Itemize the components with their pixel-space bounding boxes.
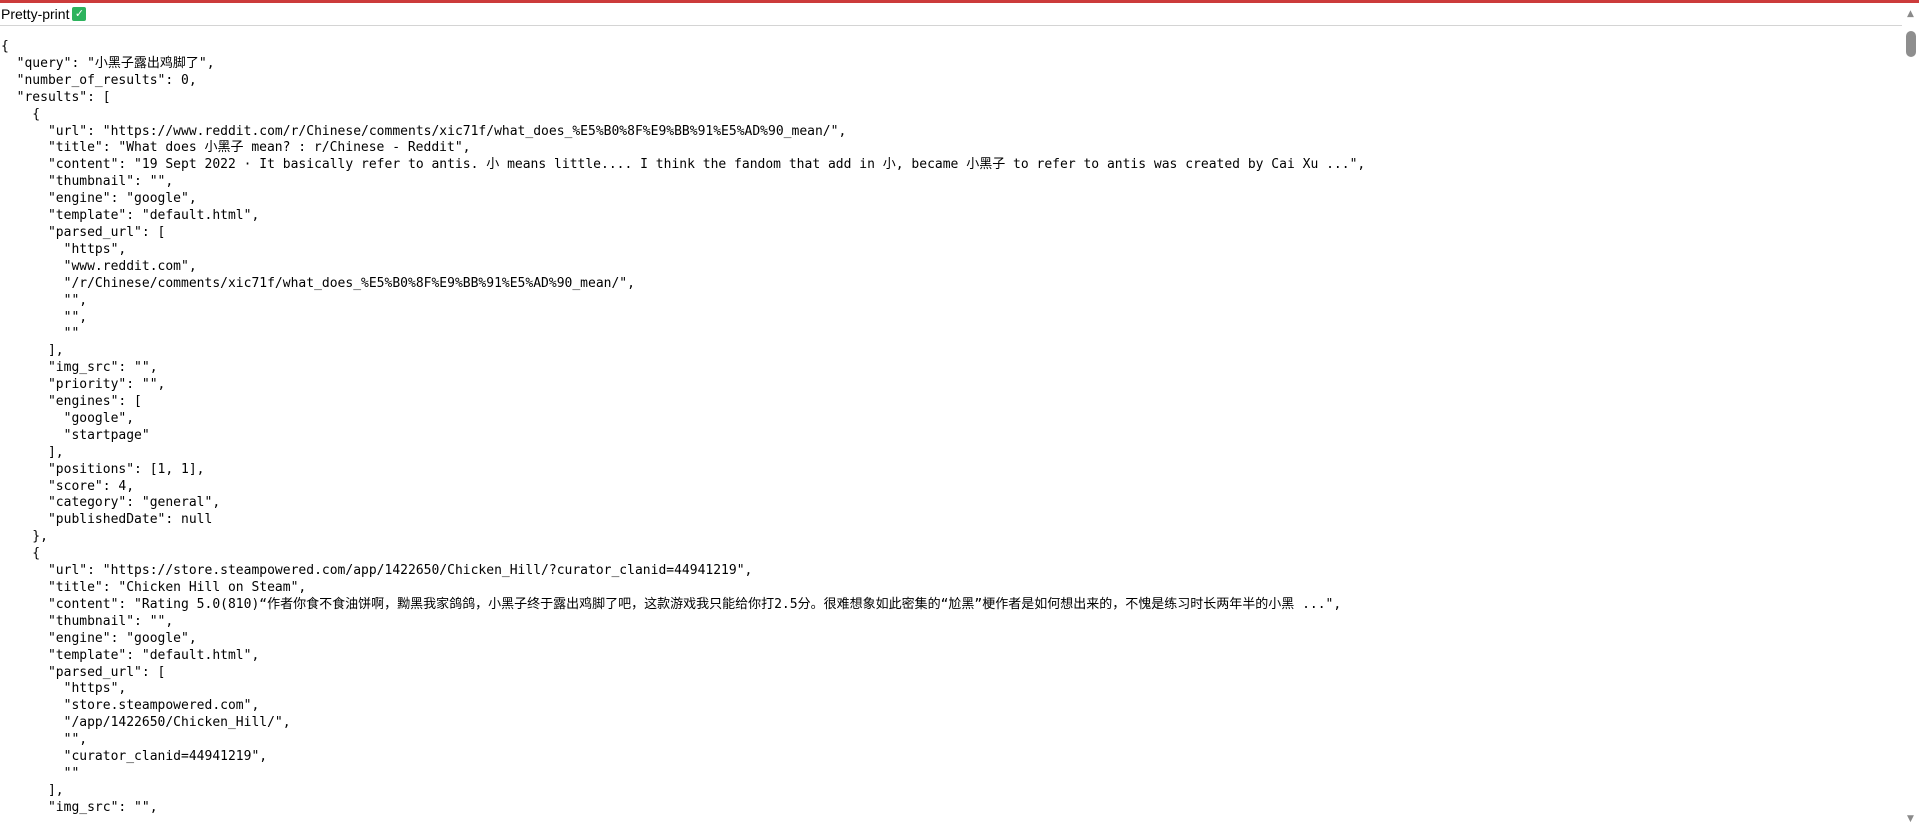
json-line: "curator_clanid=44941219", <box>1 749 268 765</box>
json-line: "thumbnail": "", <box>1 613 174 629</box>
json-line: "results": [ <box>1 89 111 105</box>
json-line: "startpage" <box>1 427 150 443</box>
json-line: "" <box>1 326 80 342</box>
json-line: "https", <box>1 681 127 697</box>
json-line: "img_src": "", <box>1 360 158 376</box>
json-line: "parsed_url": [ <box>1 664 166 680</box>
json-line: "category": "general", <box>1 495 221 511</box>
json-line: "content": "Rating 5.0(810)“作者你食不食油饼啊，黝黑… <box>1 596 1342 612</box>
json-line: "query": "小黑子露出鸡脚了", <box>1 55 215 71</box>
json-line: { <box>1 39 9 54</box>
json-line: "content": "19 Sept 2022 · It basically … <box>1 157 1366 173</box>
json-line: "positions": [1, 1], <box>1 461 205 477</box>
json-line: "", <box>1 292 88 308</box>
json-viewer-toolbar: Pretty-print ✓ <box>0 3 1919 26</box>
pretty-print-label: Pretty-print <box>1 6 70 22</box>
json-text: { "query": "小黑子露出鸡脚了", "number_of_result… <box>0 27 1900 817</box>
json-line: "google", <box>1 410 135 426</box>
checkbox-checked-icon[interactable]: ✓ <box>72 7 87 21</box>
json-line: "/app/1422650/Chicken_Hill/", <box>1 715 291 731</box>
pretty-print-toggle[interactable]: Pretty-print ✓ <box>1 6 87 22</box>
json-line: { <box>1 546 41 562</box>
json-line: "title": "Chicken Hill on Steam", <box>1 580 307 595</box>
json-line: "store.steampowered.com", <box>1 698 260 714</box>
json-line: { <box>1 106 41 122</box>
json-line: "publishedDate": null <box>1 512 213 528</box>
vertical-scrollbar[interactable]: ▲ ▼ <box>1902 3 1919 826</box>
json-line: ], <box>1 343 64 359</box>
json-line: "img_src": "", <box>1 799 158 815</box>
json-line: "engines": [ <box>1 394 142 410</box>
json-line: "https", <box>1 241 127 257</box>
json-line: "score": 4, <box>1 478 135 494</box>
json-line: ], <box>1 782 64 798</box>
json-line: ], <box>1 444 64 460</box>
scroll-up-arrow-icon[interactable]: ▲ <box>1902 7 1919 21</box>
json-line: "title": "What does 小黑子 mean? : r/Chines… <box>1 140 471 156</box>
scrollbar-thumb[interactable] <box>1906 31 1916 57</box>
json-line: "/r/Chinese/comments/xic71f/what_does_%E… <box>1 275 635 291</box>
json-line: "", <box>1 309 88 325</box>
json-line: "url": "https://www.reddit.com/r/Chinese… <box>1 123 847 139</box>
json-line: "engine": "google", <box>1 191 197 207</box>
json-content-area: { "query": "小黑子露出鸡脚了", "number_of_result… <box>0 27 1900 826</box>
json-line: "url": "https://store.steampowered.com/a… <box>1 563 753 579</box>
json-line: "www.reddit.com", <box>1 258 197 274</box>
json-line: "template": "default.html", <box>1 647 260 663</box>
scroll-down-arrow-icon[interactable]: ▼ <box>1902 812 1919 826</box>
json-line: }, <box>1 529 48 545</box>
json-line: "template": "default.html", <box>1 208 260 224</box>
json-line: "engine": "google", <box>1 630 197 646</box>
json-line: "parsed_url": [ <box>1 224 166 240</box>
json-line: "thumbnail": "", <box>1 174 174 190</box>
json-line: "", <box>1 732 88 748</box>
json-line: "priority": "", <box>1 377 166 393</box>
json-line: "number_of_results": 0, <box>1 72 197 88</box>
json-line: "" <box>1 765 80 781</box>
